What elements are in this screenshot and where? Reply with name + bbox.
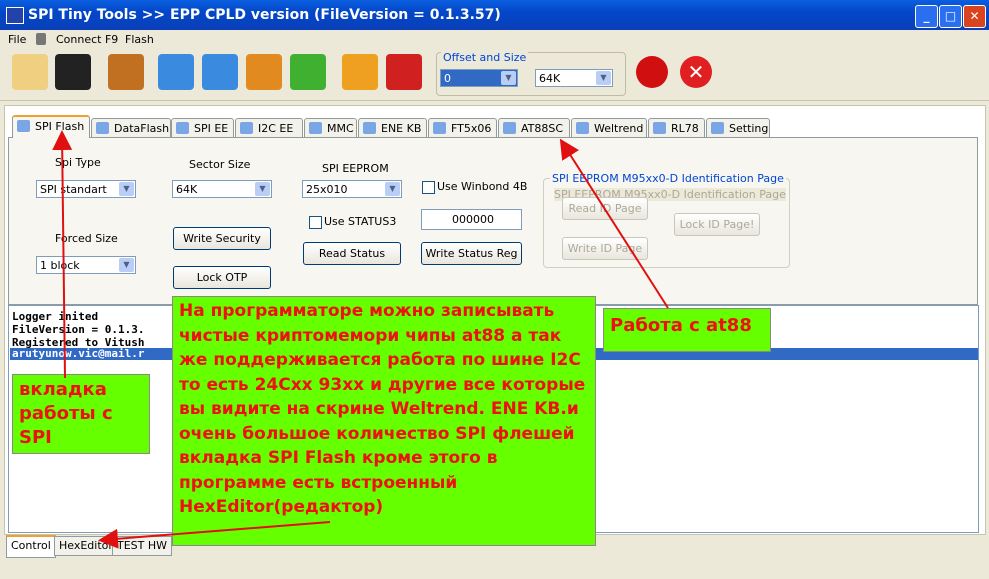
offset-size-group: Offset and Size 0 ▼ 64K ▼ <box>436 51 626 96</box>
upload-icon[interactable] <box>158 54 194 90</box>
erase-icon[interactable] <box>386 54 422 90</box>
size-select[interactable]: 64K ▼ <box>535 69 613 87</box>
battery-power-icon[interactable] <box>108 54 144 90</box>
stop-icon[interactable] <box>636 56 668 88</box>
download-icon[interactable] <box>202 54 238 90</box>
toolbar: Offset and Size 0 ▼ 64K ▼ ✕ <box>0 48 989 101</box>
flash-bolt-icon[interactable] <box>342 54 378 90</box>
arrow-to-spi-tab <box>52 130 73 379</box>
swap-icon[interactable] <box>246 54 282 90</box>
offset-select[interactable]: 0 ▼ <box>440 69 518 87</box>
save-icon[interactable] <box>55 54 91 90</box>
verify-icon[interactable] <box>290 54 326 90</box>
cancel-icon[interactable]: ✕ <box>680 56 712 88</box>
arrow-to-hexeditor <box>98 521 331 549</box>
arrow-to-at88-tab <box>559 138 669 309</box>
open-folder-icon[interactable] <box>12 54 48 90</box>
offset-size-label: Offset and Size <box>441 51 529 64</box>
